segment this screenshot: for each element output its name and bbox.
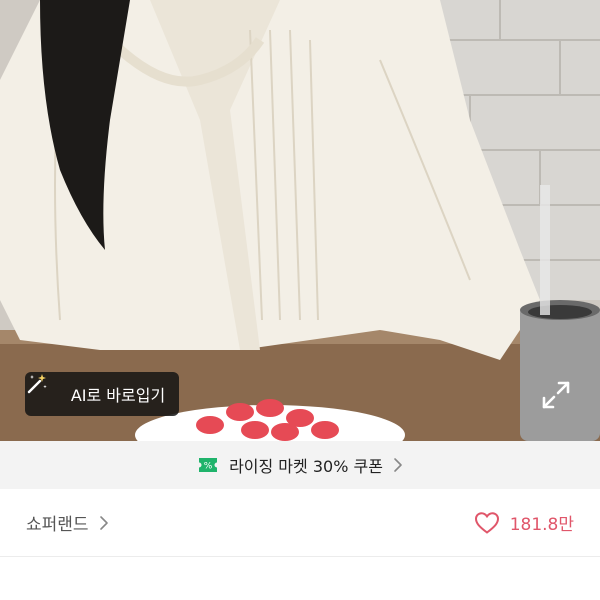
svg-text:%: % bbox=[204, 462, 213, 472]
expand-image-button[interactable] bbox=[540, 379, 572, 411]
discount-coupon-icon: % bbox=[197, 456, 219, 474]
heart-outline-icon bbox=[474, 511, 500, 535]
product-detail-screen: AI로 바로입기 % 라이징 마켓 30% 쿠폰 쇼퍼랜드 181.8만 bbox=[0, 0, 600, 600]
ai-try-on-button[interactable]: AI로 바로입기 bbox=[25, 372, 179, 416]
like-button[interactable]: 181.8만 bbox=[474, 510, 574, 535]
chevron-right-icon bbox=[99, 515, 109, 531]
ai-try-on-label: AI로 바로입기 bbox=[70, 386, 166, 405]
seller-row: 쇼퍼랜드 181.8만 bbox=[0, 489, 600, 557]
coupon-banner[interactable]: % 라이징 마켓 30% 쿠폰 bbox=[0, 441, 600, 489]
like-count: 181.8만 bbox=[509, 515, 574, 535]
seller-name: 쇼퍼랜드 bbox=[26, 515, 89, 535]
chevron-right-icon bbox=[393, 457, 403, 473]
product-photo[interactable]: AI로 바로입기 bbox=[0, 0, 600, 441]
seller-store-link[interactable]: 쇼퍼랜드 bbox=[26, 510, 109, 535]
expand-icon bbox=[542, 381, 570, 409]
magic-wand-icon bbox=[27, 374, 63, 406]
coupon-label: 라이징 마켓 30% 쿠폰 bbox=[229, 457, 383, 476]
